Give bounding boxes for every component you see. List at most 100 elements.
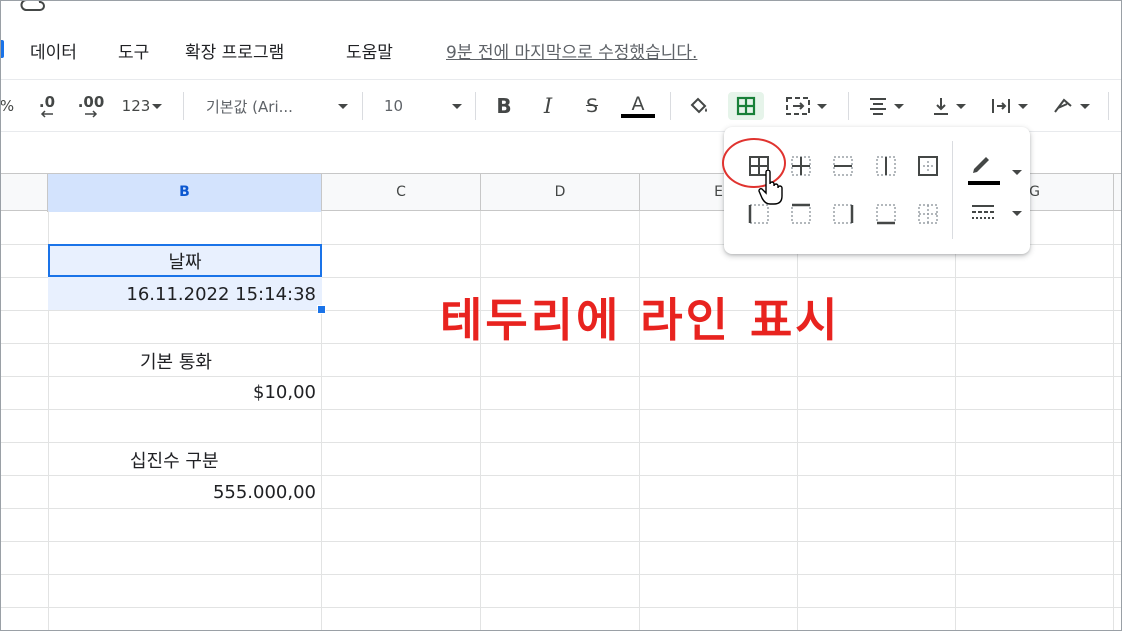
menu-tools[interactable]: 도구	[118, 38, 149, 63]
text-wrap-icon	[992, 99, 1010, 113]
increase-decimal-label: .00	[77, 93, 105, 111]
increase-decimal-button[interactable]: .00	[74, 92, 108, 120]
fill-color-button[interactable]	[684, 92, 714, 120]
arrow-right-icon	[85, 110, 98, 118]
grid-line	[797, 211, 798, 631]
border-color-button[interactable]	[968, 153, 1022, 189]
font-size-dropdown[interactable]: 10	[384, 92, 462, 120]
percent-label: %	[0, 97, 15, 115]
chevron-down-icon	[452, 103, 462, 109]
menu-bar: 데이터 도구 확장 프로그램 도움말 9분 전에 마지막으로 수정했습니다.	[0, 30, 1122, 70]
vertical-borders-icon[interactable]	[874, 154, 898, 178]
text-color-button[interactable]: A	[620, 92, 656, 120]
merge-cells-dropdown[interactable]	[776, 92, 836, 120]
grid-line	[0, 376, 1122, 377]
chevron-down-icon	[152, 103, 163, 109]
toolbar-divider	[1108, 92, 1109, 120]
grid-line	[480, 211, 481, 631]
grid-line	[0, 508, 1122, 509]
horizontal-borders-icon[interactable]	[831, 154, 855, 178]
last-edit-link[interactable]: 9분 전에 마지막으로 수정했습니다.	[446, 38, 697, 63]
cell-b6[interactable]: 기본 통화	[140, 348, 212, 374]
popup-divider	[952, 141, 953, 239]
bottom-border-icon[interactable]	[874, 202, 898, 226]
cell-b4[interactable]: 16.11.2022 15:14:38	[48, 284, 322, 305]
chevron-down-icon	[1080, 103, 1090, 109]
toolbar-divider	[183, 92, 184, 120]
column-header-b[interactable]: B	[48, 174, 322, 212]
grid-line	[639, 211, 640, 631]
text-color-label: A	[631, 93, 645, 115]
toolbar-divider	[475, 92, 476, 120]
chevron-down-icon	[956, 103, 966, 109]
annotation-text: 테두리에 라인 표시	[440, 293, 841, 347]
text-rotation-dropdown[interactable]	[1046, 92, 1096, 120]
number-format-label: 123	[121, 97, 151, 115]
toolbar-divider	[848, 92, 849, 120]
grid-line	[1113, 211, 1114, 631]
fill-handle[interactable]	[317, 305, 326, 314]
clear-borders-icon[interactable]	[916, 202, 940, 226]
border-color-icon	[973, 157, 989, 173]
grid-line	[0, 607, 1122, 608]
top-border-icon[interactable]	[789, 202, 813, 226]
chevron-down-icon	[817, 103, 827, 109]
horizontal-align-dropdown[interactable]	[860, 92, 912, 120]
bold-button[interactable]: B	[490, 92, 518, 120]
column-header-c[interactable]: C	[322, 174, 481, 212]
column-header-a[interactable]	[0, 174, 48, 212]
inner-borders-icon[interactable]	[789, 154, 813, 178]
vertical-align-dropdown[interactable]	[924, 92, 974, 120]
align-bottom-icon	[934, 98, 948, 115]
menu-edge-marker	[0, 40, 4, 58]
borders-button[interactable]	[728, 92, 764, 120]
format-percent-button[interactable]: %	[0, 92, 14, 120]
cell-b3[interactable]: 날짜	[48, 248, 322, 274]
outer-borders-icon[interactable]	[916, 154, 940, 178]
column-header-d[interactable]: D	[481, 174, 640, 212]
cell-b10[interactable]: 555.000,00	[48, 482, 322, 503]
grid-line	[955, 211, 956, 631]
borders-icon	[736, 96, 756, 116]
italic-label: I	[543, 94, 553, 118]
grid-line	[0, 541, 1122, 542]
decrease-decimal-button[interactable]: .0	[30, 92, 64, 120]
arrow-left-icon	[40, 110, 53, 118]
cell-b7[interactable]: $10,00	[48, 382, 322, 403]
font-family-dropdown[interactable]: 기본값 (Ari...	[206, 92, 348, 120]
cell-b9[interactable]: 십진수 구분	[130, 447, 219, 473]
strikethrough-button[interactable]: S	[578, 92, 606, 120]
italic-button[interactable]: I	[534, 92, 562, 120]
merge-cells-icon	[786, 97, 810, 115]
toolbar-divider	[670, 92, 671, 120]
toolbar: % .0 .00 123 기본값 (Ari... 10 B I S A	[0, 79, 1122, 132]
strikethrough-label: S	[585, 95, 599, 117]
font-size-value: 10	[384, 97, 404, 115]
chevron-down-icon	[338, 103, 348, 109]
menu-data[interactable]: 데이터	[30, 38, 77, 63]
chevron-down-icon	[1012, 211, 1022, 216]
number-format-dropdown[interactable]: 123	[116, 92, 168, 120]
hand-cursor-icon	[758, 170, 783, 205]
menu-extensions[interactable]: 확장 프로그램	[185, 38, 284, 63]
chevron-down-icon	[1018, 103, 1028, 109]
border-style-icon	[972, 205, 994, 219]
font-family-value: 기본값 (Ari...	[206, 97, 293, 116]
bold-label: B	[496, 94, 512, 118]
text-rotation-icon	[1054, 98, 1072, 113]
grid-line	[0, 475, 1122, 476]
chevron-down-icon	[1012, 170, 1022, 175]
grid-line	[0, 442, 1122, 443]
grid-line	[0, 409, 1122, 410]
text-wrap-dropdown[interactable]	[984, 92, 1034, 120]
border-color-swatch	[968, 181, 1000, 185]
decrease-decimal-label: .0	[38, 93, 56, 111]
menu-help[interactable]: 도움말	[346, 38, 393, 63]
chevron-down-icon	[894, 103, 904, 109]
toolbar-divider	[362, 92, 363, 120]
text-color-swatch	[621, 114, 655, 118]
cloud-saved-icon[interactable]	[20, 0, 46, 14]
border-style-button[interactable]	[970, 201, 1022, 227]
right-border-icon[interactable]	[831, 202, 855, 226]
grid-line	[0, 574, 1122, 575]
